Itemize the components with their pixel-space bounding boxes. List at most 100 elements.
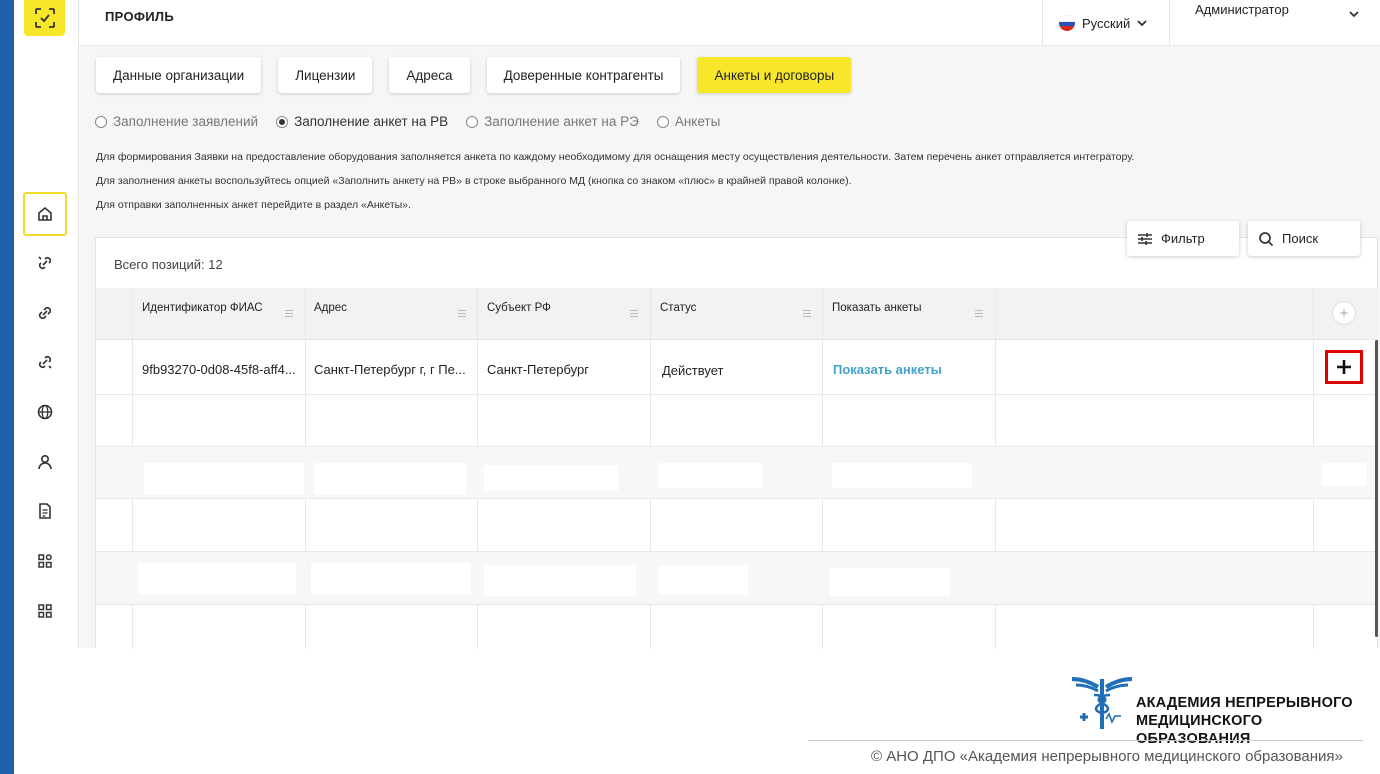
info-text-3: Для отправки заполненных анкет перейдите… xyxy=(96,199,411,211)
fill-questionnaire-plus-button[interactable] xyxy=(1325,350,1363,384)
column-menu-icon[interactable] xyxy=(803,310,811,319)
grid-icon xyxy=(38,604,52,618)
placeholder-cell xyxy=(830,568,950,596)
profile-tabs: Данные организации Лицензии Адреса Довер… xyxy=(96,57,852,93)
cell-fias: 9fb93270-0d08-45f8-aff4... xyxy=(142,362,296,377)
home-icon xyxy=(38,206,52,221)
show-questionnaires-link[interactable]: Показать анкеты xyxy=(833,362,942,377)
radio-questionnaires-re[interactable]: Заполнение анкет на РЭ xyxy=(466,114,639,129)
header-show-questionnaires[interactable]: Показать анкеты xyxy=(832,302,922,314)
placeholder-cell xyxy=(484,465,618,491)
row-divider xyxy=(96,498,1378,499)
caduceus-logo-icon xyxy=(1071,677,1133,729)
tab-trusted-contractors[interactable]: Доверенные контрагенты xyxy=(486,57,681,93)
header-subject[interactable]: Субъект РФ xyxy=(487,302,551,314)
info-text-2: Для заполнения анкеты воспользуйтесь опц… xyxy=(96,175,852,187)
user-menu-label[interactable]: Администратор xyxy=(1195,2,1289,17)
header-address[interactable]: Адрес xyxy=(314,302,347,314)
radio-applications[interactable]: Заполнение заявлений xyxy=(95,114,258,129)
globe-icon xyxy=(37,404,53,420)
radio-circle[interactable] xyxy=(656,115,669,128)
placeholder-cell xyxy=(484,565,636,596)
column-menu-icon[interactable] xyxy=(975,310,983,319)
radio-circle[interactable] xyxy=(95,115,107,128)
nav-link[interactable] xyxy=(23,291,67,335)
placeholder-cell xyxy=(1322,463,1367,486)
nav-globe[interactable] xyxy=(23,390,67,434)
language-selector[interactable]: Русский xyxy=(1042,0,1170,46)
mode-radio-group: Заполнение заявлений Заполнение анкет на… xyxy=(95,114,720,129)
radio-label: Заполнение анкет на РЭ xyxy=(484,114,639,129)
page-title: ПРОФИЛЬ xyxy=(105,9,174,24)
scan-icon xyxy=(34,8,55,28)
search-label: Поиск xyxy=(1282,231,1319,246)
info-text-1: Для формирования Заявки на предоставлени… xyxy=(96,151,1135,163)
search-icon xyxy=(1259,231,1274,246)
footer-divider xyxy=(808,740,1363,741)
table-scrollbar[interactable] xyxy=(1375,340,1378,637)
nav-modules[interactable] xyxy=(23,539,67,583)
total-count: Всего позиций: 12 xyxy=(114,257,223,272)
radio-label: Заполнение анкет на РВ xyxy=(294,114,449,129)
radio-label: Анкеты xyxy=(674,114,721,129)
placeholder-cell xyxy=(658,463,762,488)
nav-link-off[interactable] xyxy=(23,340,67,384)
link-icon xyxy=(38,306,52,320)
nav-document[interactable] xyxy=(23,489,67,533)
nav-user[interactable] xyxy=(23,440,67,484)
main-area: ПРОФИЛЬ Русский Администратор Данные орг… xyxy=(79,0,1380,649)
add-column-button[interactable]: + xyxy=(1332,301,1356,325)
document-icon xyxy=(39,503,51,519)
nav-home[interactable] xyxy=(23,192,67,236)
tab-licenses[interactable]: Лицензии xyxy=(278,57,373,93)
academy-logo xyxy=(1070,673,1134,731)
unlink-icon xyxy=(38,355,52,369)
column-menu-icon[interactable] xyxy=(458,310,466,319)
cell-address: Санкт-Петербург г, г Пе... xyxy=(314,362,466,377)
radio-questionnaires[interactable]: Анкеты xyxy=(656,114,721,129)
top-bar: ПРОФИЛЬ Русский Администратор xyxy=(79,0,1380,46)
language-label: Русский xyxy=(1082,15,1131,31)
copyright-text: © АНО ДПО «Академия непрерывного медицин… xyxy=(871,748,1343,765)
modules-icon xyxy=(38,554,52,568)
placeholder-cell xyxy=(832,463,972,488)
sidebar xyxy=(14,0,79,648)
placeholder-cell xyxy=(658,565,748,595)
plus-icon xyxy=(1337,360,1351,374)
chevron-down-icon[interactable] xyxy=(1349,11,1359,18)
radio-circle[interactable] xyxy=(276,115,289,128)
placeholder-cell xyxy=(311,563,471,595)
filter-label: Фильтр xyxy=(1161,231,1205,246)
radio-label: Заполнение заявлений xyxy=(113,114,259,129)
placeholder-cell xyxy=(144,463,304,495)
row-divider xyxy=(96,394,1378,395)
user-icon xyxy=(38,454,52,470)
filter-button[interactable]: Фильтр xyxy=(1127,221,1239,256)
academy-name-line-1: АКАДЕМИЯ НЕПРЕРЫВНОГО xyxy=(1136,695,1353,711)
row-divider xyxy=(96,604,1378,605)
left-edge-strip xyxy=(0,0,14,774)
column-menu-icon[interactable] xyxy=(630,310,638,319)
unlink-icon xyxy=(38,256,52,270)
chevron-down-icon xyxy=(1137,19,1147,26)
search-button[interactable]: Поиск xyxy=(1248,221,1360,256)
placeholder-cell xyxy=(138,563,296,595)
tab-addresses[interactable]: Адреса xyxy=(389,57,470,93)
cell-status: Действует xyxy=(662,363,724,378)
column-menu-icon[interactable] xyxy=(285,310,293,319)
tab-organization-data[interactable]: Данные организации xyxy=(96,57,262,93)
header-fias[interactable]: Идентификатор ФИАС xyxy=(142,302,263,314)
russia-flag-icon xyxy=(1059,15,1075,31)
radio-circle[interactable] xyxy=(466,115,479,128)
radio-questionnaires-rv[interactable]: Заполнение анкет на РВ xyxy=(276,114,448,129)
placeholder-cell xyxy=(314,463,466,495)
cell-subject: Санкт-Петербург xyxy=(487,362,589,377)
nav-grid[interactable] xyxy=(23,589,67,633)
nav-link-broken[interactable] xyxy=(23,241,67,285)
academy-name-line-2: МЕДИЦИНСКОГО ОБРАЗОВАНИЯ xyxy=(1136,713,1263,747)
results-panel: Всего позиций: 12 Фильтр Поиск Идентифик… xyxy=(95,221,1378,649)
tab-questionnaires-contracts[interactable]: Анкеты и договоры xyxy=(697,57,852,93)
header-status[interactable]: Статус xyxy=(660,302,696,314)
app-logo[interactable] xyxy=(24,0,65,36)
filter-sliders-icon xyxy=(1138,232,1152,245)
